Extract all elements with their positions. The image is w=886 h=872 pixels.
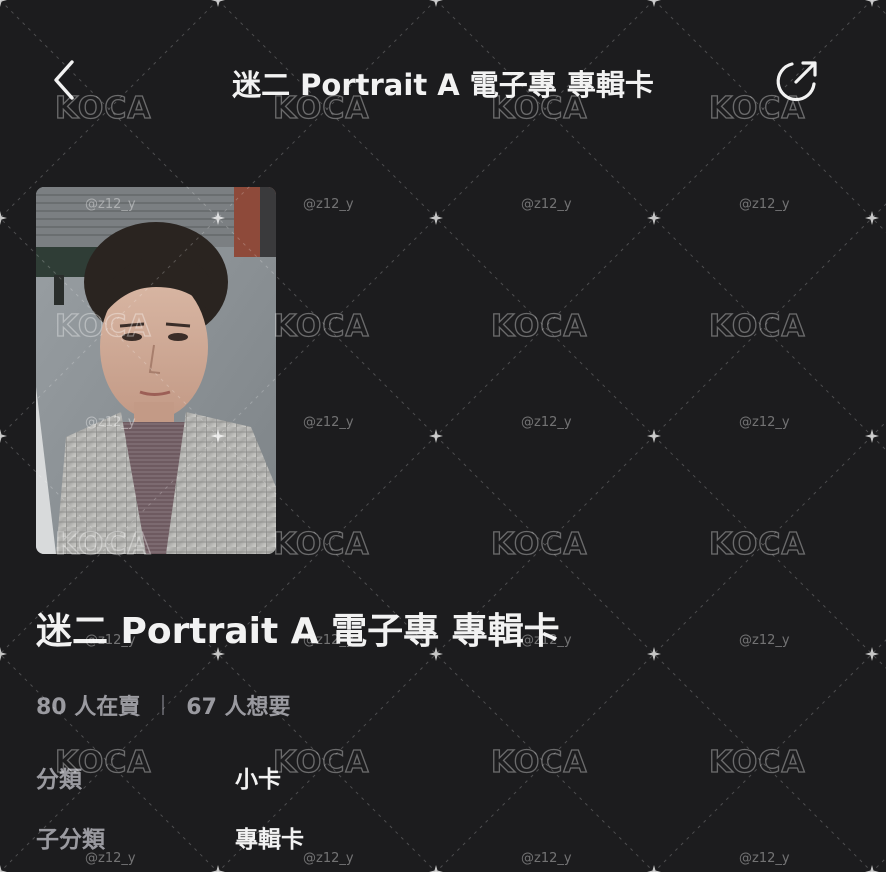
share-icon xyxy=(776,61,817,102)
back-button[interactable] xyxy=(46,58,82,102)
attribute-value: 小卡 xyxy=(235,767,281,793)
koca-watermark-logo: KOCA xyxy=(708,527,806,562)
share-button[interactable] xyxy=(772,58,820,104)
watermark-handle: @z12_y xyxy=(521,197,572,212)
koca-watermark-logo: KOCA xyxy=(708,745,806,780)
portrait-photo xyxy=(36,187,276,554)
koca-watermark-logo: KOCA xyxy=(272,309,370,344)
page-title: 迷二 Portrait A 電子專 專輯卡 xyxy=(232,68,654,102)
item-title: 迷二 Portrait A 電子專 專輯卡 xyxy=(36,611,560,652)
watermark-handle: @z12_y xyxy=(739,633,790,648)
koca-watermark-logo: KOCA xyxy=(708,309,806,344)
stats-divider xyxy=(162,695,165,715)
attribute-label: 子分類 xyxy=(36,827,105,853)
watermark-handle: @z12_y xyxy=(303,197,354,212)
watermark-handle: @z12_y xyxy=(739,415,790,430)
koca-watermark-logo: KOCA xyxy=(272,527,370,562)
chevron-left-icon xyxy=(54,60,74,100)
selling-count[interactable]: 80 人在賣 xyxy=(36,689,140,721)
attribute-row-category: 分類 小卡 xyxy=(36,760,636,794)
watermark-handle: @z12_y xyxy=(739,197,790,212)
photocard-image[interactable] xyxy=(36,187,276,554)
attribute-value: 專輯卡 xyxy=(235,827,304,853)
wanting-count[interactable]: 67 人想要 xyxy=(186,689,290,721)
item-stats: 80 人在賣 67 人想要 xyxy=(36,690,291,720)
attribute-row-subcategory: 子分類 專輯卡 xyxy=(36,820,636,854)
item-detail-screen: 迷二 Portrait A 電子專 專輯卡 迷二 Portrait A 電子專 … xyxy=(0,0,886,872)
koca-watermark-logo: KOCA xyxy=(490,527,588,562)
koca-watermark-logo: KOCA xyxy=(490,309,588,344)
watermark-handle: @z12_y xyxy=(521,415,572,430)
watermark-handle: @z12_y xyxy=(739,851,790,866)
attribute-label: 分類 xyxy=(36,767,82,793)
top-nav-bar: 迷二 Portrait A 電子專 專輯卡 xyxy=(0,40,886,124)
watermark-handle: @z12_y xyxy=(303,415,354,430)
